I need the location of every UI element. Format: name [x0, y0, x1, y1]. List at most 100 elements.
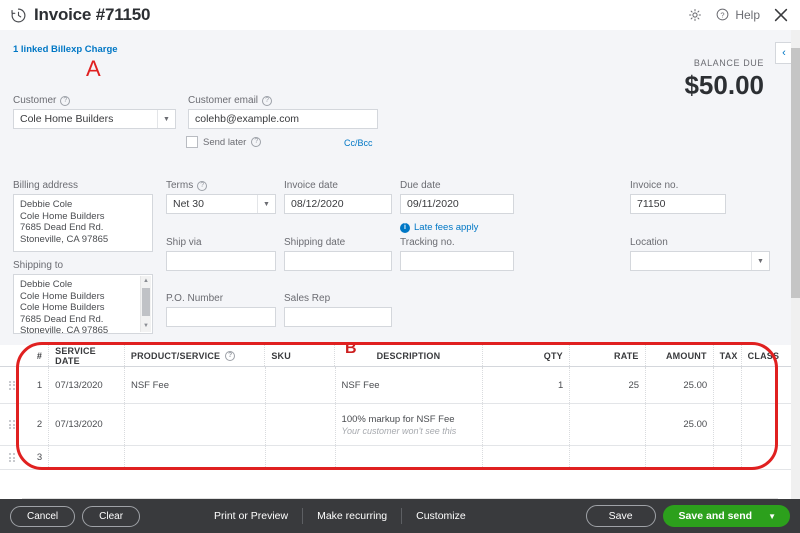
row-description[interactable]	[336, 446, 483, 469]
sales-rep-label: Sales Rep	[284, 293, 331, 304]
location-select[interactable]: ▼	[630, 251, 770, 271]
row-qty[interactable]	[483, 446, 571, 469]
row-amount[interactable]: 25.00	[646, 404, 715, 445]
close-x-icon[interactable]	[772, 6, 790, 24]
ship-via-input[interactable]	[166, 251, 276, 271]
action-footer: Cancel Clear Print or Preview Make recur…	[0, 499, 800, 533]
send-later-row[interactable]: Send later ?	[186, 136, 262, 148]
chevron-down-icon[interactable]: ▼	[768, 512, 776, 521]
due-date-value: 09/11/2020	[407, 198, 459, 210]
row-qty[interactable]	[483, 404, 571, 445]
help-hint-icon[interactable]: ?	[262, 95, 273, 106]
chevron-down-icon[interactable]: ▼	[751, 252, 769, 270]
row-service-date[interactable]: 07/13/2020	[49, 404, 125, 445]
billing-address-field: Billing address Debbie Cole Cole Home Bu…	[13, 180, 153, 252]
due-date-input[interactable]: 09/11/2020	[400, 194, 514, 214]
collapse-panel-toggle[interactable]: ‹	[775, 42, 792, 64]
customer-email-input[interactable]: colehb@example.com	[188, 109, 378, 129]
customer-email-field: Customer email ? colehb@example.com	[188, 95, 378, 129]
invoice-no-input[interactable]: 71150	[630, 194, 726, 214]
scroll-thumb[interactable]	[142, 288, 150, 316]
terms-field: Terms ? Net 30 ▼	[166, 180, 276, 214]
sales-rep-input[interactable]	[284, 307, 392, 327]
row-sku[interactable]	[266, 367, 336, 403]
make-recurring-button[interactable]: Make recurring	[303, 510, 401, 522]
chevron-down-icon[interactable]: ▼	[257, 195, 275, 213]
cancel-button[interactable]: Cancel	[10, 505, 76, 527]
row-service-date[interactable]: 07/13/2020	[49, 367, 125, 403]
linked-charge-link[interactable]: 1 linked Billexp Charge	[13, 44, 118, 55]
help-label: Help	[735, 8, 760, 22]
shipping-date-input[interactable]	[284, 251, 392, 271]
row-product-service[interactable]: NSF Fee	[125, 367, 266, 403]
gear-icon[interactable]	[687, 7, 703, 23]
po-number-field: P.O. Number	[166, 293, 276, 327]
table-row[interactable]: 3	[0, 446, 800, 470]
table-row[interactable]: 1 07/13/2020 NSF Fee NSF Fee 1 25 25.00	[0, 367, 800, 404]
cc-bcc-link[interactable]: Cc/Bcc	[344, 138, 373, 148]
help-hint-icon[interactable]: ?	[60, 95, 71, 106]
row-rate[interactable]	[570, 446, 647, 469]
shipping-to-textarea[interactable]: Debbie Cole Cole Home Builders Cole Home…	[13, 274, 153, 334]
row-tax[interactable]	[714, 404, 742, 445]
ship-via-label: Ship via	[166, 237, 202, 248]
invoice-date-input[interactable]: 08/12/2020	[284, 194, 392, 214]
row-product-service[interactable]	[125, 446, 266, 469]
invoice-no-field: Invoice no. 71150	[630, 180, 726, 214]
row-description[interactable]: NSF Fee	[336, 367, 483, 403]
col-service-date: SERVICE DATE	[49, 345, 125, 366]
row-amount[interactable]: 25.00	[646, 367, 715, 403]
row-drag-handle-icon[interactable]	[0, 367, 24, 403]
billing-address-textarea[interactable]: Debbie Cole Cole Home Builders 7685 Dead…	[13, 194, 153, 252]
footer-right-actions: Save Save and send ▼	[585, 505, 790, 527]
shipping-to-value: Debbie Cole Cole Home Builders Cole Home…	[20, 279, 109, 334]
row-rate[interactable]	[570, 404, 647, 445]
row-tax[interactable]	[714, 367, 742, 403]
line-items-table: # SERVICE DATE PRODUCT/SERVICE ? SKU DES…	[0, 345, 800, 499]
row-description[interactable]: 100% markup for NSF Fee Your customer wo…	[336, 404, 483, 445]
scroll-down-arrow-icon[interactable]: ▼	[143, 321, 149, 333]
row-service-date[interactable]	[49, 446, 125, 469]
scroll-thumb[interactable]	[791, 48, 800, 298]
customer-input[interactable]: Cole Home Builders ▼	[13, 109, 176, 129]
balance-due-block: BALANCE DUE $50.00	[684, 58, 764, 101]
help-circle-icon: ?	[715, 7, 731, 23]
save-and-send-button[interactable]: Save and send ▼	[662, 505, 790, 527]
row-drag-handle-icon[interactable]	[0, 446, 24, 469]
location-field: Location ▼	[630, 237, 770, 271]
row-tax[interactable]	[714, 446, 742, 469]
row-rate[interactable]: 25	[570, 367, 647, 403]
row-drag-handle-icon[interactable]	[0, 404, 24, 445]
clear-button[interactable]: Clear	[82, 505, 141, 527]
customer-row: Customer ? Cole Home Builders ▼ Customer…	[13, 95, 378, 129]
tracking-no-label: Tracking no.	[400, 237, 455, 248]
row-qty[interactable]: 1	[483, 367, 571, 403]
row-number: 3	[24, 446, 50, 469]
help-hint-icon[interactable]: ?	[225, 350, 236, 361]
shipping-to-scrollbar[interactable]: ▲ ▼	[140, 276, 151, 332]
clock-history-icon[interactable]	[10, 7, 27, 24]
send-later-checkbox[interactable]	[186, 136, 198, 148]
scroll-up-arrow-icon[interactable]: ▲	[143, 276, 149, 288]
row-product-service[interactable]	[125, 404, 266, 445]
chevron-down-icon[interactable]: ▼	[157, 110, 175, 128]
help-button[interactable]: ? Help	[715, 7, 760, 23]
row-sku[interactable]	[266, 404, 336, 445]
help-hint-icon[interactable]: ?	[251, 137, 262, 147]
row-amount[interactable]	[646, 446, 715, 469]
table-row[interactable]: 2 07/13/2020 100% markup for NSF Fee You…	[0, 404, 800, 446]
terms-select[interactable]: Net 30 ▼	[166, 194, 276, 214]
customer-value: Cole Home Builders	[20, 113, 114, 125]
po-number-input[interactable]	[166, 307, 276, 327]
save-button[interactable]: Save	[585, 505, 656, 527]
header-right: ? Help	[687, 6, 790, 24]
shipping-date-label: Shipping date	[284, 237, 346, 248]
customize-button[interactable]: Customize	[402, 510, 480, 522]
customer-email-label: Customer email ?	[188, 95, 378, 106]
page-vertical-scrollbar[interactable]	[791, 30, 800, 499]
table-horizontal-scrollbar[interactable]: ◀ ▶	[22, 498, 778, 499]
tracking-no-input[interactable]	[400, 251, 514, 271]
print-or-preview-button[interactable]: Print or Preview	[200, 510, 302, 522]
row-sku[interactable]	[266, 446, 336, 469]
help-hint-icon[interactable]: ?	[197, 180, 208, 191]
